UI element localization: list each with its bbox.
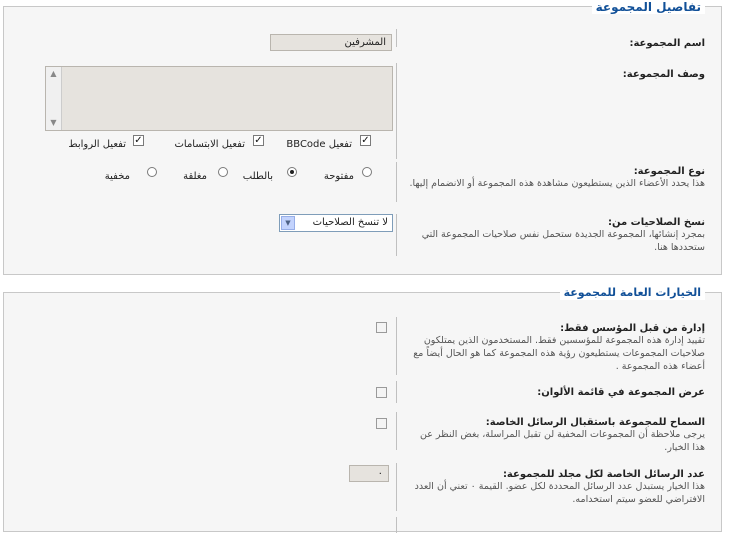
type-closed-label: مغلقة bbox=[183, 171, 207, 182]
enable-smilies-checkbox[interactable]: ✓ bbox=[253, 135, 264, 146]
group-name-input[interactable] bbox=[270, 34, 392, 51]
copy-perms-explain: بمجرد إنشائها، المجموعة الجديدة ستحمل نف… bbox=[421, 229, 705, 253]
type-closed-radio[interactable] bbox=[218, 167, 228, 177]
group-details-legend: تفاصيل المجموعة bbox=[591, 0, 705, 14]
founder-manage-label: إدارة من قبل المؤسس فقط: bbox=[560, 323, 705, 334]
receive-pm-checkbox[interactable] bbox=[376, 418, 387, 429]
scroll-up-arrow-icon[interactable]: ▲ bbox=[46, 67, 61, 81]
divider bbox=[396, 29, 397, 47]
receive-pm-label: السماح للمجموعة باستقبال الرسائل الخاصة: bbox=[485, 417, 705, 428]
divider bbox=[396, 63, 397, 159]
type-request-radio[interactable] bbox=[287, 167, 297, 177]
copy-perms-label-block: نسخ الصلاحيات من: بمجرد إنشائها، المجموع… bbox=[405, 217, 705, 254]
group-desc-textarea[interactable]: ▲ ▼ bbox=[45, 66, 393, 131]
enable-smilies-label: تفعيل الابتسامات bbox=[174, 139, 245, 150]
divider bbox=[396, 214, 397, 256]
copy-permissions-select[interactable]: لا تنسخ الصلاحيات ▼ bbox=[279, 214, 393, 232]
copy-perms-label: نسخ الصلاحيات من: bbox=[607, 217, 705, 228]
receive-pm-label-block: السماح للمجموعة باستقبال الرسائل الخاصة:… bbox=[405, 417, 705, 454]
scroll-down-arrow-icon[interactable]: ▼ bbox=[46, 116, 61, 130]
chevron-down-icon[interactable]: ▼ bbox=[281, 216, 295, 230]
divider bbox=[396, 412, 397, 450]
founder-manage-explain: تقييد إدارة هذه المجموعة للمؤسسين فقط. ا… bbox=[413, 335, 705, 372]
type-request-label: بالطلب bbox=[242, 171, 273, 182]
group-desc-label: وصف المجموعة: bbox=[622, 69, 705, 80]
group-details-fieldset: تفاصيل المجموعة اسم المجموعة: وصف المجمو… bbox=[3, 0, 722, 275]
legend-display-label-block: عرض المجموعة في قائمة الألوان: bbox=[405, 387, 705, 398]
divider bbox=[396, 162, 397, 202]
group-type-label-block: نوع المجموعة: هذا يحدد الأعضاء الذين يست… bbox=[405, 166, 705, 190]
divider bbox=[396, 517, 397, 533]
copy-permissions-selected: لا تنسخ الصلاحيات bbox=[312, 217, 388, 228]
group-settings-fieldset: الخيارات العامة للمجموعة إدارة من قبل ال… bbox=[3, 286, 722, 533]
message-limit-explain: هذا الخيار يستبدل عدد الرسائل المحددة لك… bbox=[414, 481, 705, 505]
group-name-label-block: اسم المجموعة: bbox=[405, 38, 705, 49]
textarea-scrollbar[interactable]: ▲ ▼ bbox=[46, 67, 62, 130]
receive-pm-explain: يرجى ملاحظة أن المجموعات المخفية لن تقبل… bbox=[419, 429, 705, 453]
divider bbox=[396, 317, 397, 375]
group-type-label: نوع المجموعة: bbox=[633, 166, 705, 177]
message-limit-input[interactable] bbox=[349, 465, 389, 482]
founder-manage-checkbox[interactable] bbox=[376, 322, 387, 333]
founder-manage-label-block: إدارة من قبل المؤسس فقط: تقييد إدارة هذه… bbox=[405, 323, 705, 373]
enable-urls-label: تفعيل الروابط bbox=[68, 139, 126, 150]
divider bbox=[396, 463, 397, 511]
legend-display-label: عرض المجموعة في قائمة الألوان: bbox=[537, 387, 705, 398]
message-limit-label-block: عدد الرسائل الخاصة لكل مجلد للمجموعة: هذ… bbox=[405, 469, 705, 506]
legend-display-checkbox[interactable] bbox=[376, 387, 387, 398]
type-open-label: مفتوحة bbox=[323, 171, 354, 182]
divider bbox=[396, 381, 397, 403]
type-open-radio[interactable] bbox=[362, 167, 372, 177]
message-limit-label: عدد الرسائل الخاصة لكل مجلد للمجموعة: bbox=[502, 469, 705, 480]
enable-bbcode-checkbox[interactable]: ✓ bbox=[360, 135, 371, 146]
group-settings-legend: الخيارات العامة للمجموعة bbox=[559, 286, 705, 300]
type-hidden-radio[interactable] bbox=[147, 167, 157, 177]
enable-bbcode-label: تفعيل BBCode bbox=[286, 139, 352, 150]
enable-urls-checkbox[interactable]: ✓ bbox=[133, 135, 144, 146]
group-type-explain: هذا يحدد الأعضاء الذين يستطيعون مشاهدة ه… bbox=[409, 178, 705, 189]
group-desc-label-block: وصف المجموعة: bbox=[405, 69, 705, 80]
group-name-label: اسم المجموعة: bbox=[629, 38, 705, 49]
type-hidden-label: مخفية bbox=[104, 171, 130, 182]
